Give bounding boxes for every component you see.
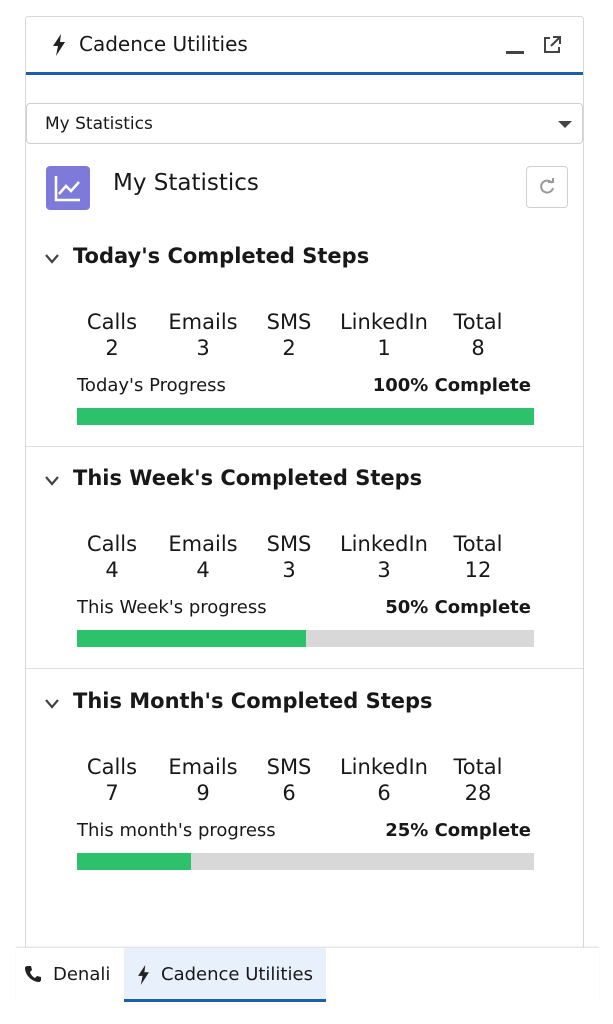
utility-tab-denali[interactable]: Denali <box>16 948 124 1002</box>
select-value: My Statistics <box>45 114 153 134</box>
metric-label: Total <box>453 755 503 779</box>
progress-label: This month's progress <box>77 820 276 841</box>
progress-percent: 25% Complete <box>385 820 531 841</box>
popout-icon[interactable] <box>542 35 562 55</box>
chevron-down-icon[interactable] <box>44 698 60 710</box>
progress-fill <box>77 408 534 425</box>
metric-sms: SMS 6 <box>234 754 344 806</box>
progress-percent: 50% Complete <box>385 597 531 618</box>
section-title[interactable]: Today's Completed Steps <box>73 244 369 268</box>
cadence-utilities-panel: Cadence Utilities My Statistics My Stati… <box>25 16 584 954</box>
progress-label: Today's Progress <box>77 375 226 396</box>
chevron-down-icon[interactable] <box>44 475 60 487</box>
section-divider <box>26 668 583 669</box>
metric-value: 8 <box>471 336 485 360</box>
stats-section: This Month's Completed Steps Calls 7 Emails… <box>26 686 583 907</box>
progress-label: This Week's progress <box>77 597 267 618</box>
statistics-select[interactable]: My Statistics <box>26 103 583 144</box>
bolt-icon <box>138 965 149 985</box>
stats-title: My Statistics <box>113 170 259 196</box>
chevron-down-icon <box>558 121 572 128</box>
utility-tab-cadence-utilities[interactable]: Cadence Utilities <box>124 948 326 1002</box>
stats-section: This Week's Completed Steps Calls 4 Emails 4… <box>26 463 583 684</box>
minimize-button[interactable] <box>506 51 524 54</box>
refresh-icon <box>540 178 554 194</box>
metric-value: 6 <box>282 781 296 805</box>
metric-label: Total <box>453 310 503 334</box>
metric-label: SMS <box>266 310 312 334</box>
section-title[interactable]: This Month's Completed Steps <box>73 689 433 713</box>
chevron-down-icon[interactable] <box>44 253 60 265</box>
section-divider <box>26 446 583 447</box>
metric-value: 28 <box>464 781 492 805</box>
line-chart-icon <box>46 166 90 210</box>
metric-total: Total 28 <box>423 754 533 806</box>
metric-sms: SMS 2 <box>234 309 344 361</box>
metric-value: 12 <box>464 558 492 582</box>
metric-label: SMS <box>266 532 312 556</box>
bolt-icon <box>53 34 65 56</box>
section-title[interactable]: This Week's Completed Steps <box>73 466 422 490</box>
metric-total: Total 12 <box>423 531 533 583</box>
stats-section: Today's Completed Steps Calls 2 Emails 3 SMS 2… <box>26 241 583 462</box>
utility-bar: Denali Cadence Utilities <box>16 947 599 1002</box>
progress-bar <box>77 630 534 647</box>
metric-sms: SMS 3 <box>234 531 344 583</box>
phone-icon <box>25 966 41 982</box>
panel-header: Cadence Utilities <box>26 17 583 75</box>
progress-fill <box>77 853 192 870</box>
metric-label: Total <box>453 532 503 556</box>
metric-value: 3 <box>282 558 296 582</box>
progress-bar <box>77 853 534 870</box>
utility-tab-label: Denali <box>53 964 111 985</box>
metric-value: 2 <box>282 336 296 360</box>
refresh-button[interactable] <box>526 166 568 208</box>
metric-total: Total 8 <box>423 309 533 361</box>
progress-percent: 100% Complete <box>372 375 531 396</box>
utility-tab-label: Cadence Utilities <box>161 964 313 985</box>
panel-title: Cadence Utilities <box>79 32 248 56</box>
progress-fill <box>77 630 306 647</box>
progress-bar <box>77 408 534 425</box>
metric-label: SMS <box>266 755 312 779</box>
